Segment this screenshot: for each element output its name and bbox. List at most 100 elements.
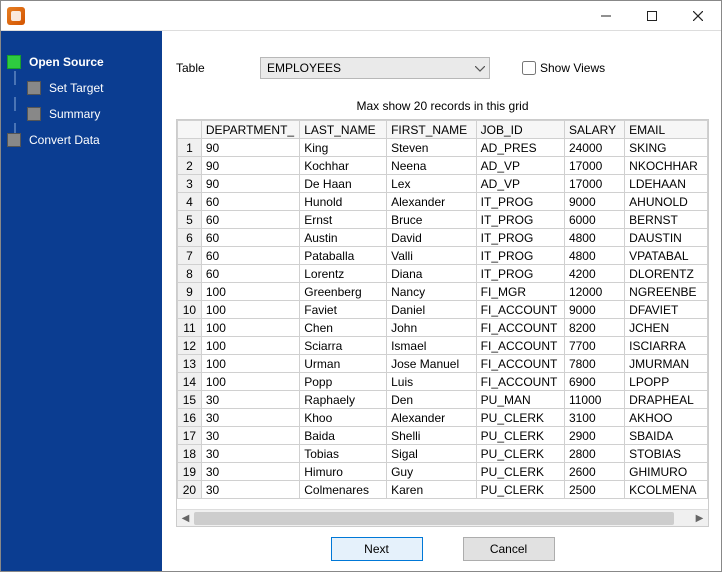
cell[interactable]: Austin (300, 229, 387, 247)
table-row[interactable]: 1630KhooAlexanderPU_CLERK3100AKHOO (178, 409, 708, 427)
cell[interactable]: FI_ACCOUNT (476, 355, 564, 373)
table-row[interactable]: 2030ColmenaresKarenPU_CLERK2500KCOLMENA (178, 481, 708, 499)
wizard-step-summary[interactable]: Summary (1, 101, 162, 127)
cell[interactable]: Lex (387, 175, 477, 193)
table-row[interactable]: 760PataballaValliIT_PROG4800VPATABAL (178, 247, 708, 265)
table-row[interactable]: 290KochharNeenaAD_VP17000NKOCHHAR (178, 157, 708, 175)
cell[interactable]: FI_MGR (476, 283, 564, 301)
table-row[interactable]: 12100SciarraIsmaelFI_ACCOUNT7700ISCIARRA (178, 337, 708, 355)
cell[interactable]: Diana (387, 265, 477, 283)
cell[interactable]: NKOCHHAR (625, 157, 708, 175)
row-number[interactable]: 17 (178, 427, 202, 445)
cell[interactable]: FI_ACCOUNT (476, 319, 564, 337)
next-button[interactable]: Next (331, 537, 423, 561)
row-number[interactable]: 19 (178, 463, 202, 481)
table-row[interactable]: 660AustinDavidIT_PROG4800DAUSTIN (178, 229, 708, 247)
cell[interactable]: Nancy (387, 283, 477, 301)
table-row[interactable]: 9100GreenbergNancyFI_MGR12000NGREENBE (178, 283, 708, 301)
cell[interactable]: 30 (201, 463, 299, 481)
row-number[interactable]: 3 (178, 175, 202, 193)
cell[interactable]: Kochhar (300, 157, 387, 175)
cell[interactable]: 30 (201, 409, 299, 427)
cell[interactable]: David (387, 229, 477, 247)
cell[interactable]: Alexander (387, 193, 477, 211)
cell[interactable]: DFAVIET (625, 301, 708, 319)
cell[interactable]: 30 (201, 427, 299, 445)
row-number[interactable]: 4 (178, 193, 202, 211)
column-header[interactable]: JOB_ID (476, 121, 564, 139)
cell[interactable]: 2600 (564, 463, 624, 481)
cell[interactable]: Luis (387, 373, 477, 391)
cell[interactable]: 100 (201, 301, 299, 319)
cell[interactable]: 24000 (564, 139, 624, 157)
cell[interactable]: BERNST (625, 211, 708, 229)
cell[interactable]: 17000 (564, 175, 624, 193)
cell[interactable]: FI_ACCOUNT (476, 301, 564, 319)
cell[interactable]: Shelli (387, 427, 477, 445)
cell[interactable]: Alexander (387, 409, 477, 427)
row-number[interactable]: 2 (178, 157, 202, 175)
cell[interactable]: John (387, 319, 477, 337)
cell[interactable]: AHUNOLD (625, 193, 708, 211)
cell[interactable]: LPOPP (625, 373, 708, 391)
cell[interactable]: 100 (201, 337, 299, 355)
cell[interactable]: Colmenares (300, 481, 387, 499)
table-row[interactable]: 1830TobiasSigalPU_CLERK2800STOBIAS (178, 445, 708, 463)
table-row[interactable]: 390De HaanLexAD_VP17000LDEHAAN (178, 175, 708, 193)
cell[interactable]: ISCIARRA (625, 337, 708, 355)
cell[interactable]: Raphaely (300, 391, 387, 409)
table-row[interactable]: 860LorentzDianaIT_PROG4200DLORENTZ (178, 265, 708, 283)
cell[interactable]: Urman (300, 355, 387, 373)
cell[interactable]: Neena (387, 157, 477, 175)
cell[interactable]: Ismael (387, 337, 477, 355)
cell[interactable]: 2900 (564, 427, 624, 445)
table-row[interactable]: 460HunoldAlexanderIT_PROG9000AHUNOLD (178, 193, 708, 211)
cell[interactable]: 60 (201, 247, 299, 265)
row-number[interactable]: 6 (178, 229, 202, 247)
cell[interactable]: Den (387, 391, 477, 409)
cell[interactable]: 7800 (564, 355, 624, 373)
column-header[interactable]: LAST_NAME (300, 121, 387, 139)
table-row[interactable]: 1930HimuroGuyPU_CLERK2600GHIMURO (178, 463, 708, 481)
cell[interactable]: IT_PROG (476, 265, 564, 283)
row-number[interactable]: 18 (178, 445, 202, 463)
cell[interactable]: 100 (201, 319, 299, 337)
wizard-step-set-target[interactable]: Set Target (1, 75, 162, 101)
cell[interactable]: Bruce (387, 211, 477, 229)
cell[interactable]: JMURMAN (625, 355, 708, 373)
cell[interactable]: PU_MAN (476, 391, 564, 409)
show-views-checkbox[interactable] (522, 61, 536, 75)
cell[interactable]: Sciarra (300, 337, 387, 355)
cell[interactable]: 90 (201, 175, 299, 193)
wizard-step-open-source[interactable]: Open Source (1, 49, 162, 75)
table-row[interactable]: 13100UrmanJose ManuelFI_ACCOUNT7800JMURM… (178, 355, 708, 373)
cell[interactable]: 100 (201, 355, 299, 373)
cell[interactable]: 9000 (564, 301, 624, 319)
cell[interactable]: 12000 (564, 283, 624, 301)
row-number[interactable]: 12 (178, 337, 202, 355)
cell[interactable]: 2800 (564, 445, 624, 463)
cell[interactable]: 3100 (564, 409, 624, 427)
cell[interactable]: Guy (387, 463, 477, 481)
row-number[interactable]: 8 (178, 265, 202, 283)
cell[interactable]: Himuro (300, 463, 387, 481)
cell[interactable]: SBAIDA (625, 427, 708, 445)
cell[interactable]: 100 (201, 373, 299, 391)
column-header[interactable]: SALARY (564, 121, 624, 139)
row-number[interactable]: 16 (178, 409, 202, 427)
cell[interactable]: Chen (300, 319, 387, 337)
cell[interactable]: PU_CLERK (476, 409, 564, 427)
cell[interactable]: Daniel (387, 301, 477, 319)
cancel-button[interactable]: Cancel (463, 537, 555, 561)
cell[interactable]: Popp (300, 373, 387, 391)
cell[interactable]: 7700 (564, 337, 624, 355)
cell[interactable]: DAUSTIN (625, 229, 708, 247)
wizard-step-convert-data[interactable]: Convert Data (1, 127, 162, 153)
cell[interactable]: 8200 (564, 319, 624, 337)
row-number[interactable]: 13 (178, 355, 202, 373)
cell[interactable]: 4200 (564, 265, 624, 283)
cell[interactable]: Khoo (300, 409, 387, 427)
row-number[interactable]: 10 (178, 301, 202, 319)
cell[interactable]: IT_PROG (476, 193, 564, 211)
cell[interactable]: Lorentz (300, 265, 387, 283)
